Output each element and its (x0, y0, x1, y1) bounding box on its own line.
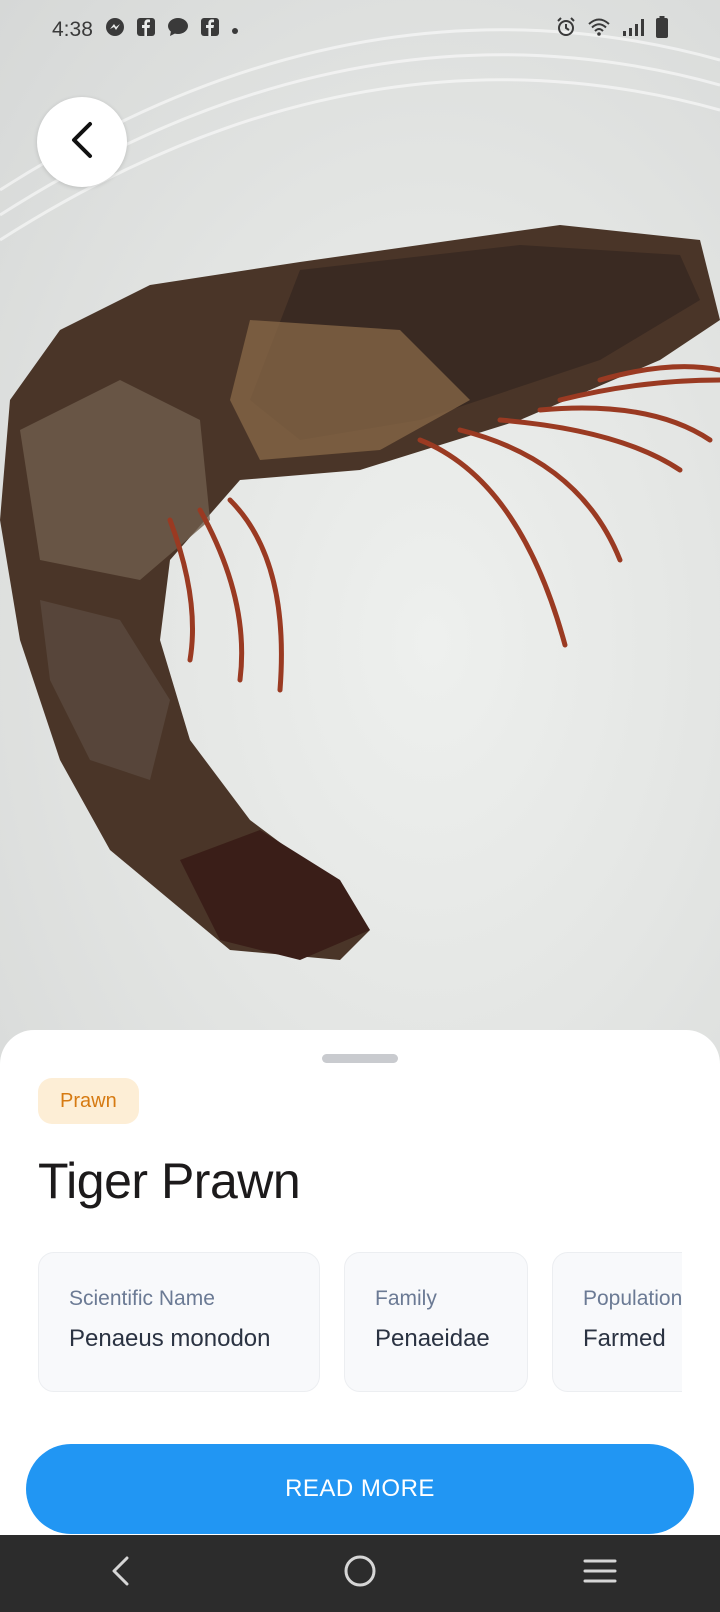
home-icon (343, 1554, 377, 1593)
menu-icon (583, 1557, 617, 1590)
info-card-label: Population (583, 1287, 682, 1310)
info-card-value: Penaeidae (375, 1325, 490, 1352)
info-cards-row[interactable]: Scientific Name Penaeus monodon Family P… (38, 1252, 682, 1394)
read-more-button[interactable]: READ MORE (26, 1444, 694, 1534)
battery-icon (656, 16, 668, 44)
facebook-icon (136, 18, 155, 42)
back-button[interactable] (37, 97, 127, 187)
messenger-icon (105, 17, 125, 43)
nav-back-button[interactable] (60, 1535, 180, 1612)
dot-icon (231, 19, 239, 41)
info-card-scientific-name: Scientific Name Penaeus monodon (38, 1252, 320, 1392)
drag-handle[interactable] (322, 1054, 398, 1063)
nav-recents-button[interactable] (540, 1535, 660, 1612)
category-badge: Prawn (38, 1078, 139, 1124)
info-card-population: Population Farmed (552, 1252, 682, 1392)
back-icon (109, 1555, 131, 1592)
info-card-value: Farmed (583, 1325, 666, 1352)
system-nav-bar (0, 1535, 720, 1612)
nav-home-button[interactable] (300, 1535, 420, 1612)
info-card-label: Scientific Name (69, 1287, 215, 1310)
alarm-icon (556, 17, 576, 43)
signal-icon (622, 18, 644, 42)
species-title: Tiger Prawn (38, 1153, 301, 1209)
info-card-label: Family (375, 1287, 437, 1310)
chevron-left-icon (68, 120, 96, 165)
info-card-value: Penaeus monodon (69, 1325, 271, 1352)
facebook-icon (200, 18, 219, 42)
info-card-family: Family Penaeidae (344, 1252, 528, 1392)
chat-icon (167, 17, 189, 43)
status-time: 4:38 (52, 18, 93, 41)
status-bar: 4:38 (0, 0, 720, 60)
wifi-icon (588, 18, 610, 42)
